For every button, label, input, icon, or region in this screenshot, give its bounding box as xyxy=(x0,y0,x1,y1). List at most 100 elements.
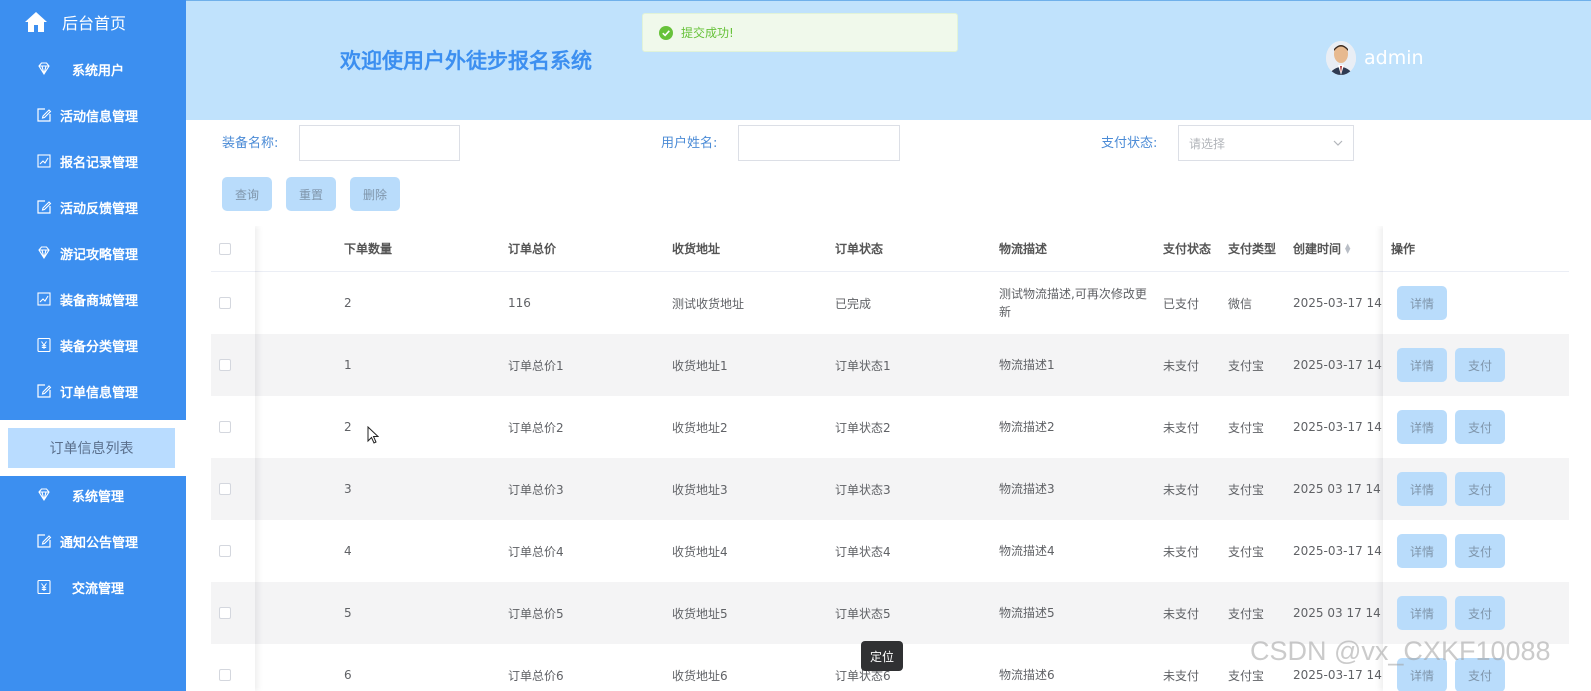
success-toast: 提交成功! xyxy=(642,13,958,52)
sidebar-item-main-4[interactable]: 游记攻略管理 xyxy=(36,242,186,264)
cell-qty: 2 xyxy=(344,296,352,310)
locate-tooltip: 定位 xyxy=(861,641,903,671)
pay-button[interactable]: 支付 xyxy=(1455,596,1505,630)
cell-total: 订单总价6 xyxy=(508,668,564,683)
mouse-cursor-icon xyxy=(367,426,379,444)
cell-actions: 详情 xyxy=(1397,272,1455,334)
detail-button[interactable]: 详情 xyxy=(1397,596,1447,630)
row-checkbox[interactable] xyxy=(219,421,231,433)
sidebar-item-main-6[interactable]: 装备分类管理 xyxy=(36,334,186,356)
reset-button[interactable]: 重置 xyxy=(286,177,336,211)
user-menu[interactable]: admin xyxy=(1326,41,1424,75)
sidebar-item-main-0[interactable]: 系统用户 xyxy=(36,58,186,80)
cell-address: 收货地址3 xyxy=(672,482,728,497)
cell-total: 116 xyxy=(508,296,531,310)
cell-qty: 5 xyxy=(344,606,352,620)
cell-address: 收货地址4 xyxy=(672,544,728,559)
sidebar-item-main-5[interactable]: 装备商城管理 xyxy=(36,288,186,310)
sidebar-item-label: 交流管理 xyxy=(72,581,125,597)
cell-total: 订单总价2 xyxy=(508,420,564,435)
pay-button[interactable]: 支付 xyxy=(1455,348,1505,382)
detail-button[interactable]: 详情 xyxy=(1397,286,1447,320)
cell-pay-type: 支付宝 xyxy=(1228,544,1265,559)
col-status: 订单状态 xyxy=(835,242,884,256)
detail-button[interactable]: 详情 xyxy=(1397,534,1447,568)
diamond-icon xyxy=(36,245,52,261)
cell-created: 2025-03-17 14 xyxy=(1293,296,1382,310)
cell-pay-status: 未支付 xyxy=(1163,544,1200,559)
sidebar-item-after-0[interactable]: 系统管理 xyxy=(36,484,186,506)
row-checkbox[interactable] xyxy=(219,483,231,495)
cell-pay-type: 支付宝 xyxy=(1228,358,1265,373)
sidebar-item-main-2[interactable]: 报名记录管理 xyxy=(36,150,186,172)
sidebar-home[interactable]: 后台首页 xyxy=(24,8,126,36)
cell-pay-status: 未支付 xyxy=(1163,606,1200,621)
row-checkbox[interactable] xyxy=(219,297,231,309)
cell-logistics: 物流描述1 xyxy=(999,358,1055,372)
sidebar-item-label: 系统管理 xyxy=(72,489,125,505)
col-created[interactable]: 创建时间 ▲ ▼ xyxy=(1293,226,1350,271)
cell-created: 2025-03-17 14 xyxy=(1293,358,1382,372)
cell-status: 订单状态3 xyxy=(835,482,891,497)
cell-logistics: 物流描述4 xyxy=(999,544,1055,558)
sidebar-home-label: 后台首页 xyxy=(62,14,127,33)
cell-actions: 详情 支付 xyxy=(1397,396,1513,458)
sidebar-item-label: 活动信息管理 xyxy=(60,109,139,125)
username: admin xyxy=(1364,47,1424,69)
cell-pay-type: 支付宝 xyxy=(1228,606,1265,621)
cell-qty: 4 xyxy=(344,544,352,558)
delete-button[interactable]: 删除 xyxy=(350,177,400,211)
pay-button[interactable]: 支付 xyxy=(1455,410,1505,444)
sidebar-item-main-7[interactable]: 订单信息管理 xyxy=(36,380,186,402)
col-pay-status: 支付状态 xyxy=(1163,242,1212,256)
table-row[interactable]: 5 订单总价5 收货地址5 订单状态5 物流描述5 未支付 支付宝 2025 03 17 14… xyxy=(211,582,1569,644)
chart-icon xyxy=(36,291,52,307)
query-button[interactable]: 查询 xyxy=(222,177,272,211)
sidebar-item-after-2[interactable]: 交流管理 xyxy=(36,576,186,598)
table-row[interactable]: 1 订单总价1 收货地址1 订单状态1 物流描述1 未支付 支付宝 2025-03-17 14… xyxy=(211,334,1569,396)
sidebar-item-label: 通知公告管理 xyxy=(60,535,139,551)
cell-pay-type: 支付宝 xyxy=(1228,482,1265,497)
cell-created: 2025 03 17 14 xyxy=(1293,606,1381,620)
pay-button[interactable]: 支付 xyxy=(1455,534,1505,568)
row-checkbox[interactable] xyxy=(219,669,231,681)
cell-created: 2025 03 17 14 xyxy=(1293,482,1381,496)
detail-button[interactable]: 详情 xyxy=(1397,472,1447,506)
detail-button[interactable]: 详情 xyxy=(1397,348,1447,382)
row-checkbox[interactable] xyxy=(219,359,231,371)
cell-status: 订单状态5 xyxy=(835,606,891,621)
home-icon xyxy=(25,12,47,32)
row-checkbox[interactable] xyxy=(219,607,231,619)
username-input[interactable] xyxy=(738,125,900,161)
sort-icon[interactable]: ▲ ▼ xyxy=(1345,242,1350,254)
yen-icon xyxy=(36,337,52,353)
table-row[interactable]: 2 订单总价2 收货地址2 订单状态2 物流描述2 未支付 支付宝 2025-03-17 14… xyxy=(211,396,1569,458)
sidebar-item-label: 装备分类管理 xyxy=(60,339,139,355)
cell-actions: 详情 支付 xyxy=(1397,582,1513,644)
table-row[interactable]: 4 订单总价4 收货地址4 订单状态4 物流描述4 未支付 支付宝 2025-03-17 14… xyxy=(211,520,1569,582)
cell-actions: 详情 支付 xyxy=(1397,334,1513,396)
sidebar-item-after-1[interactable]: 通知公告管理 xyxy=(36,530,186,552)
sidebar-sub-order-list[interactable]: 订单信息列表 xyxy=(8,428,175,468)
detail-button[interactable]: 详情 xyxy=(1397,410,1447,444)
sidebar-submenu: 订单信息列表 xyxy=(0,420,186,476)
cell-address: 收货地址2 xyxy=(672,420,728,435)
cell-logistics: 测试物流描述,可再次修改更新 xyxy=(999,287,1147,319)
col-pay-type: 支付类型 xyxy=(1228,242,1277,256)
check-circle-icon xyxy=(659,25,673,40)
pay-button[interactable]: 支付 xyxy=(1455,472,1505,506)
select-all-checkbox[interactable] xyxy=(219,242,231,255)
cell-total: 订单总价4 xyxy=(508,544,564,559)
cell-pay-status: 未支付 xyxy=(1163,482,1200,497)
equipment-name-input[interactable] xyxy=(299,125,460,161)
row-checkbox[interactable] xyxy=(219,545,231,557)
cell-actions: 详情 支付 xyxy=(1397,458,1513,520)
cell-qty: 6 xyxy=(344,668,352,682)
sidebar-item-main-1[interactable]: 活动信息管理 xyxy=(36,104,186,126)
edit-icon xyxy=(36,383,52,399)
table-row[interactable]: 2 116 测试收货地址 已完成 测试物流描述,可再次修改更新 已支付 微信 2025-03-… xyxy=(211,272,1569,334)
table-row[interactable]: 3 订单总价3 收货地址3 订单状态3 物流描述3 未支付 支付宝 2025 03 17 14… xyxy=(211,458,1569,520)
toast-message: 提交成功! xyxy=(681,26,734,40)
pay-status-select[interactable]: 请选择 xyxy=(1178,125,1354,161)
sidebar-item-main-3[interactable]: 活动反馈管理 xyxy=(36,196,186,218)
